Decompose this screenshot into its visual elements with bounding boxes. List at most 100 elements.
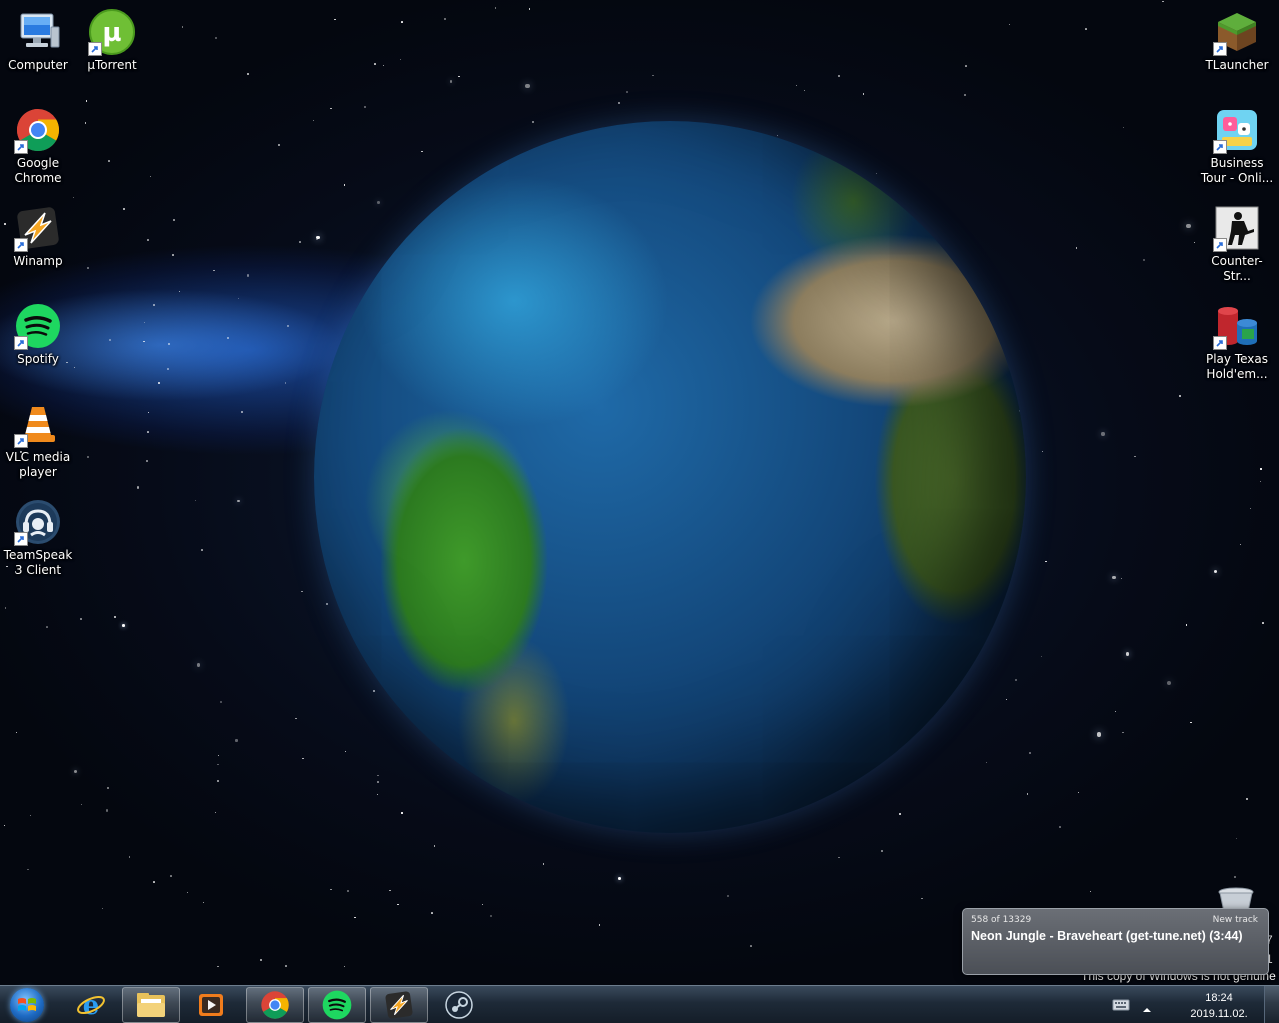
- star: [1236, 837, 1238, 839]
- star: [299, 241, 301, 244]
- star: [1123, 126, 1125, 128]
- star: [106, 787, 109, 790]
- star: [237, 499, 241, 503]
- file-explorer-icon: [137, 993, 165, 1017]
- desktop-icon-vlc[interactable]: VLC media player: [0, 400, 76, 480]
- taskbar-media-player[interactable]: [182, 987, 240, 1023]
- desktop-icon-spotify[interactable]: Spotify: [0, 302, 76, 367]
- star: [1045, 560, 1047, 563]
- desktop-icon-google-chrome[interactable]: Google Chrome: [0, 106, 76, 186]
- start-button[interactable]: [4, 987, 50, 1023]
- desktop-icon-computer[interactable]: Computer: [0, 8, 76, 73]
- star: [1041, 655, 1043, 657]
- show-desktop-button[interactable]: [1264, 986, 1279, 1023]
- star: [122, 624, 125, 627]
- desktop-wallpaper: [0, 0, 1279, 985]
- vlc-icon: [14, 400, 62, 448]
- star: [201, 549, 204, 551]
- star: [152, 304, 155, 307]
- star: [181, 25, 184, 28]
- star: [382, 64, 384, 67]
- star: [316, 235, 320, 240]
- star: [1009, 24, 1011, 26]
- taskbar-internet-explorer[interactable]: e: [62, 987, 120, 1023]
- star: [862, 93, 865, 96]
- taskbar-spotify[interactable]: [308, 987, 366, 1023]
- desktop-icon-teamspeak[interactable]: TeamSpeak 3 Client: [0, 498, 76, 578]
- keyboard-icon[interactable]: [1112, 997, 1130, 1016]
- star: [1085, 28, 1087, 31]
- star: [29, 814, 32, 817]
- star: [203, 901, 205, 904]
- utorrent-icon: µ: [88, 8, 136, 56]
- desktop-icon-texas-holdem[interactable]: Play Texas Hold'em...: [1199, 302, 1275, 382]
- star: [1122, 731, 1124, 734]
- star: [73, 770, 77, 774]
- star: [921, 897, 923, 900]
- star: [617, 877, 621, 880]
- star: [73, 196, 75, 198]
- star: [1112, 575, 1116, 580]
- star: [1240, 543, 1242, 545]
- star: [173, 219, 176, 222]
- star: [1114, 710, 1117, 713]
- computer-icon: [14, 8, 62, 56]
- clock-date: 2019.11.02.: [1190, 1008, 1248, 1020]
- desktop-icon-tlauncher[interactable]: TLauncher: [1199, 8, 1275, 73]
- star: [795, 84, 797, 86]
- star: [4, 607, 7, 609]
- star: [166, 368, 169, 371]
- taskbar-file-explorer[interactable]: [122, 987, 180, 1023]
- star: [157, 382, 160, 385]
- star: [965, 65, 967, 67]
- star: [1125, 652, 1129, 656]
- star: [178, 291, 180, 293]
- star: [354, 916, 356, 919]
- star: [458, 75, 460, 77]
- shortcut-arrow-icon: [1213, 140, 1227, 154]
- star: [217, 965, 219, 968]
- poker-chips-icon: [1213, 302, 1261, 350]
- taskbar-winamp[interactable]: [370, 987, 428, 1023]
- steam-icon: [445, 991, 473, 1019]
- star: [85, 100, 88, 102]
- star: [399, 59, 402, 61]
- desktop-icon-counter-strike[interactable]: Counter-Str...: [1199, 204, 1275, 284]
- desktop-icon-winamp[interactable]: Winamp: [0, 204, 76, 269]
- star: [1028, 752, 1031, 755]
- star: [525, 84, 530, 89]
- shortcut-arrow-icon: [14, 532, 28, 546]
- star: [377, 774, 379, 776]
- taskbar-steam[interactable]: [430, 987, 488, 1023]
- shortcut-arrow-icon: [1213, 336, 1227, 350]
- star: [494, 7, 497, 9]
- star: [838, 75, 841, 77]
- star: [237, 297, 239, 300]
- star: [171, 254, 174, 256]
- star: [1246, 798, 1248, 800]
- star: [652, 74, 655, 77]
- now-playing-notification[interactable]: 558 of 13329 New track Neon Jungle - Bra…: [962, 908, 1269, 975]
- star: [316, 238, 318, 241]
- star: [376, 201, 380, 205]
- star: [401, 812, 403, 814]
- chevron-up-icon[interactable]: [1142, 999, 1152, 1018]
- shortcut-arrow-icon: [14, 140, 28, 154]
- star: [235, 739, 238, 742]
- star: [343, 965, 346, 967]
- star: [1097, 732, 1102, 737]
- star: [241, 410, 244, 413]
- star: [284, 382, 287, 384]
- windows-start-icon: [10, 988, 44, 1022]
- system-clock[interactable]: 18:24 2019.11.02.: [1186, 990, 1252, 1022]
- star: [215, 811, 217, 813]
- desktop-icon-business-tour[interactable]: Business Tour - Onli...: [1199, 106, 1275, 186]
- star: [142, 340, 145, 343]
- taskbar-chrome[interactable]: [246, 987, 304, 1023]
- star: [149, 175, 152, 177]
- desktop-icon-utorrent[interactable]: µ µTorrent: [74, 8, 150, 73]
- star: [1134, 455, 1136, 458]
- star: [626, 91, 629, 93]
- star: [1213, 569, 1218, 574]
- star: [114, 615, 117, 619]
